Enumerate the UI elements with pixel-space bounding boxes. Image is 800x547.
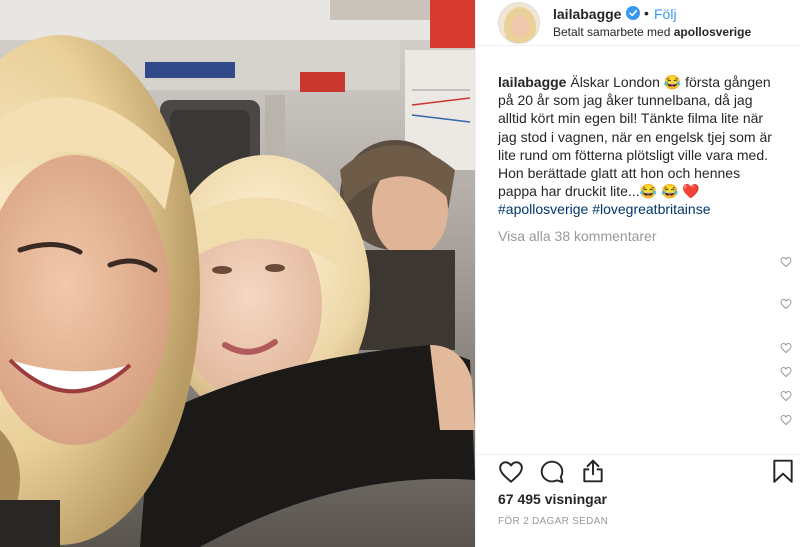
- small-heart-icon[interactable]: [780, 256, 792, 268]
- post-media[interactable]: [0, 0, 475, 547]
- post-details-panel: lailabagge • Följ Betalt samarbete med a…: [475, 0, 800, 547]
- caption-line: Hon berättade glatt att hon och hennes: [498, 165, 741, 182]
- caption-line: jag stod i vagnen, när en engelsk tjej s…: [498, 128, 772, 145]
- caption-line: Älskar London 😂 första gången: [566, 74, 771, 90]
- username-link[interactable]: lailabagge: [553, 6, 621, 22]
- share-upload-icon[interactable]: [580, 458, 606, 484]
- post-header: lailabagge • Följ Betalt samarbete med a…: [476, 0, 800, 46]
- avatar-image: [499, 3, 539, 43]
- follow-button[interactable]: Följ: [654, 6, 677, 22]
- bookmark-icon[interactable]: [770, 458, 796, 484]
- avatar[interactable]: [498, 2, 540, 44]
- view-all-comments-link[interactable]: Visa alla 38 kommentarer: [498, 228, 656, 244]
- heart-outline-icon[interactable]: [498, 459, 524, 485]
- small-heart-icon[interactable]: [780, 366, 792, 378]
- small-heart-icon[interactable]: [780, 342, 792, 354]
- paid-partner-link[interactable]: apollosverige: [674, 25, 751, 39]
- small-heart-icon[interactable]: [780, 298, 792, 310]
- small-heart-icon[interactable]: [780, 390, 792, 402]
- small-heart-icon[interactable]: [780, 414, 792, 426]
- heart-emoji: ❤️: [682, 183, 700, 200]
- post-caption: lailabagge Älskar London 😂 första gången…: [498, 73, 798, 219]
- video-frame: [0, 0, 475, 547]
- caption-line: lite rund om fötterna plötsligt ville va…: [498, 146, 769, 163]
- caption-username[interactable]: lailabagge: [498, 74, 566, 90]
- verified-badge-icon: [626, 6, 640, 20]
- view-count[interactable]: 67 495 visningar: [498, 491, 607, 507]
- speech-bubble-icon[interactable]: [539, 459, 565, 485]
- paid-prefix: Betalt samarbete med: [553, 25, 671, 39]
- caption-line: alltid kört min egen bil! Tänkte filma l…: [498, 110, 764, 127]
- caption-line: på 20 år som jag åker tunnelbana, då jag: [498, 92, 753, 109]
- action-bar: [476, 454, 800, 486]
- header-separator: •: [644, 5, 649, 21]
- post-date[interactable]: FÖR 2 DAGAR SEDAN: [498, 516, 608, 527]
- caption-line: pappa har druckit lite...😂 😂: [498, 183, 683, 200]
- paid-partnership-label: Betalt samarbete med apollosverige: [553, 25, 751, 39]
- hashtag-link[interactable]: #lovegreatbritainse: [592, 201, 710, 217]
- hashtag-link[interactable]: #apollosverige: [498, 201, 588, 217]
